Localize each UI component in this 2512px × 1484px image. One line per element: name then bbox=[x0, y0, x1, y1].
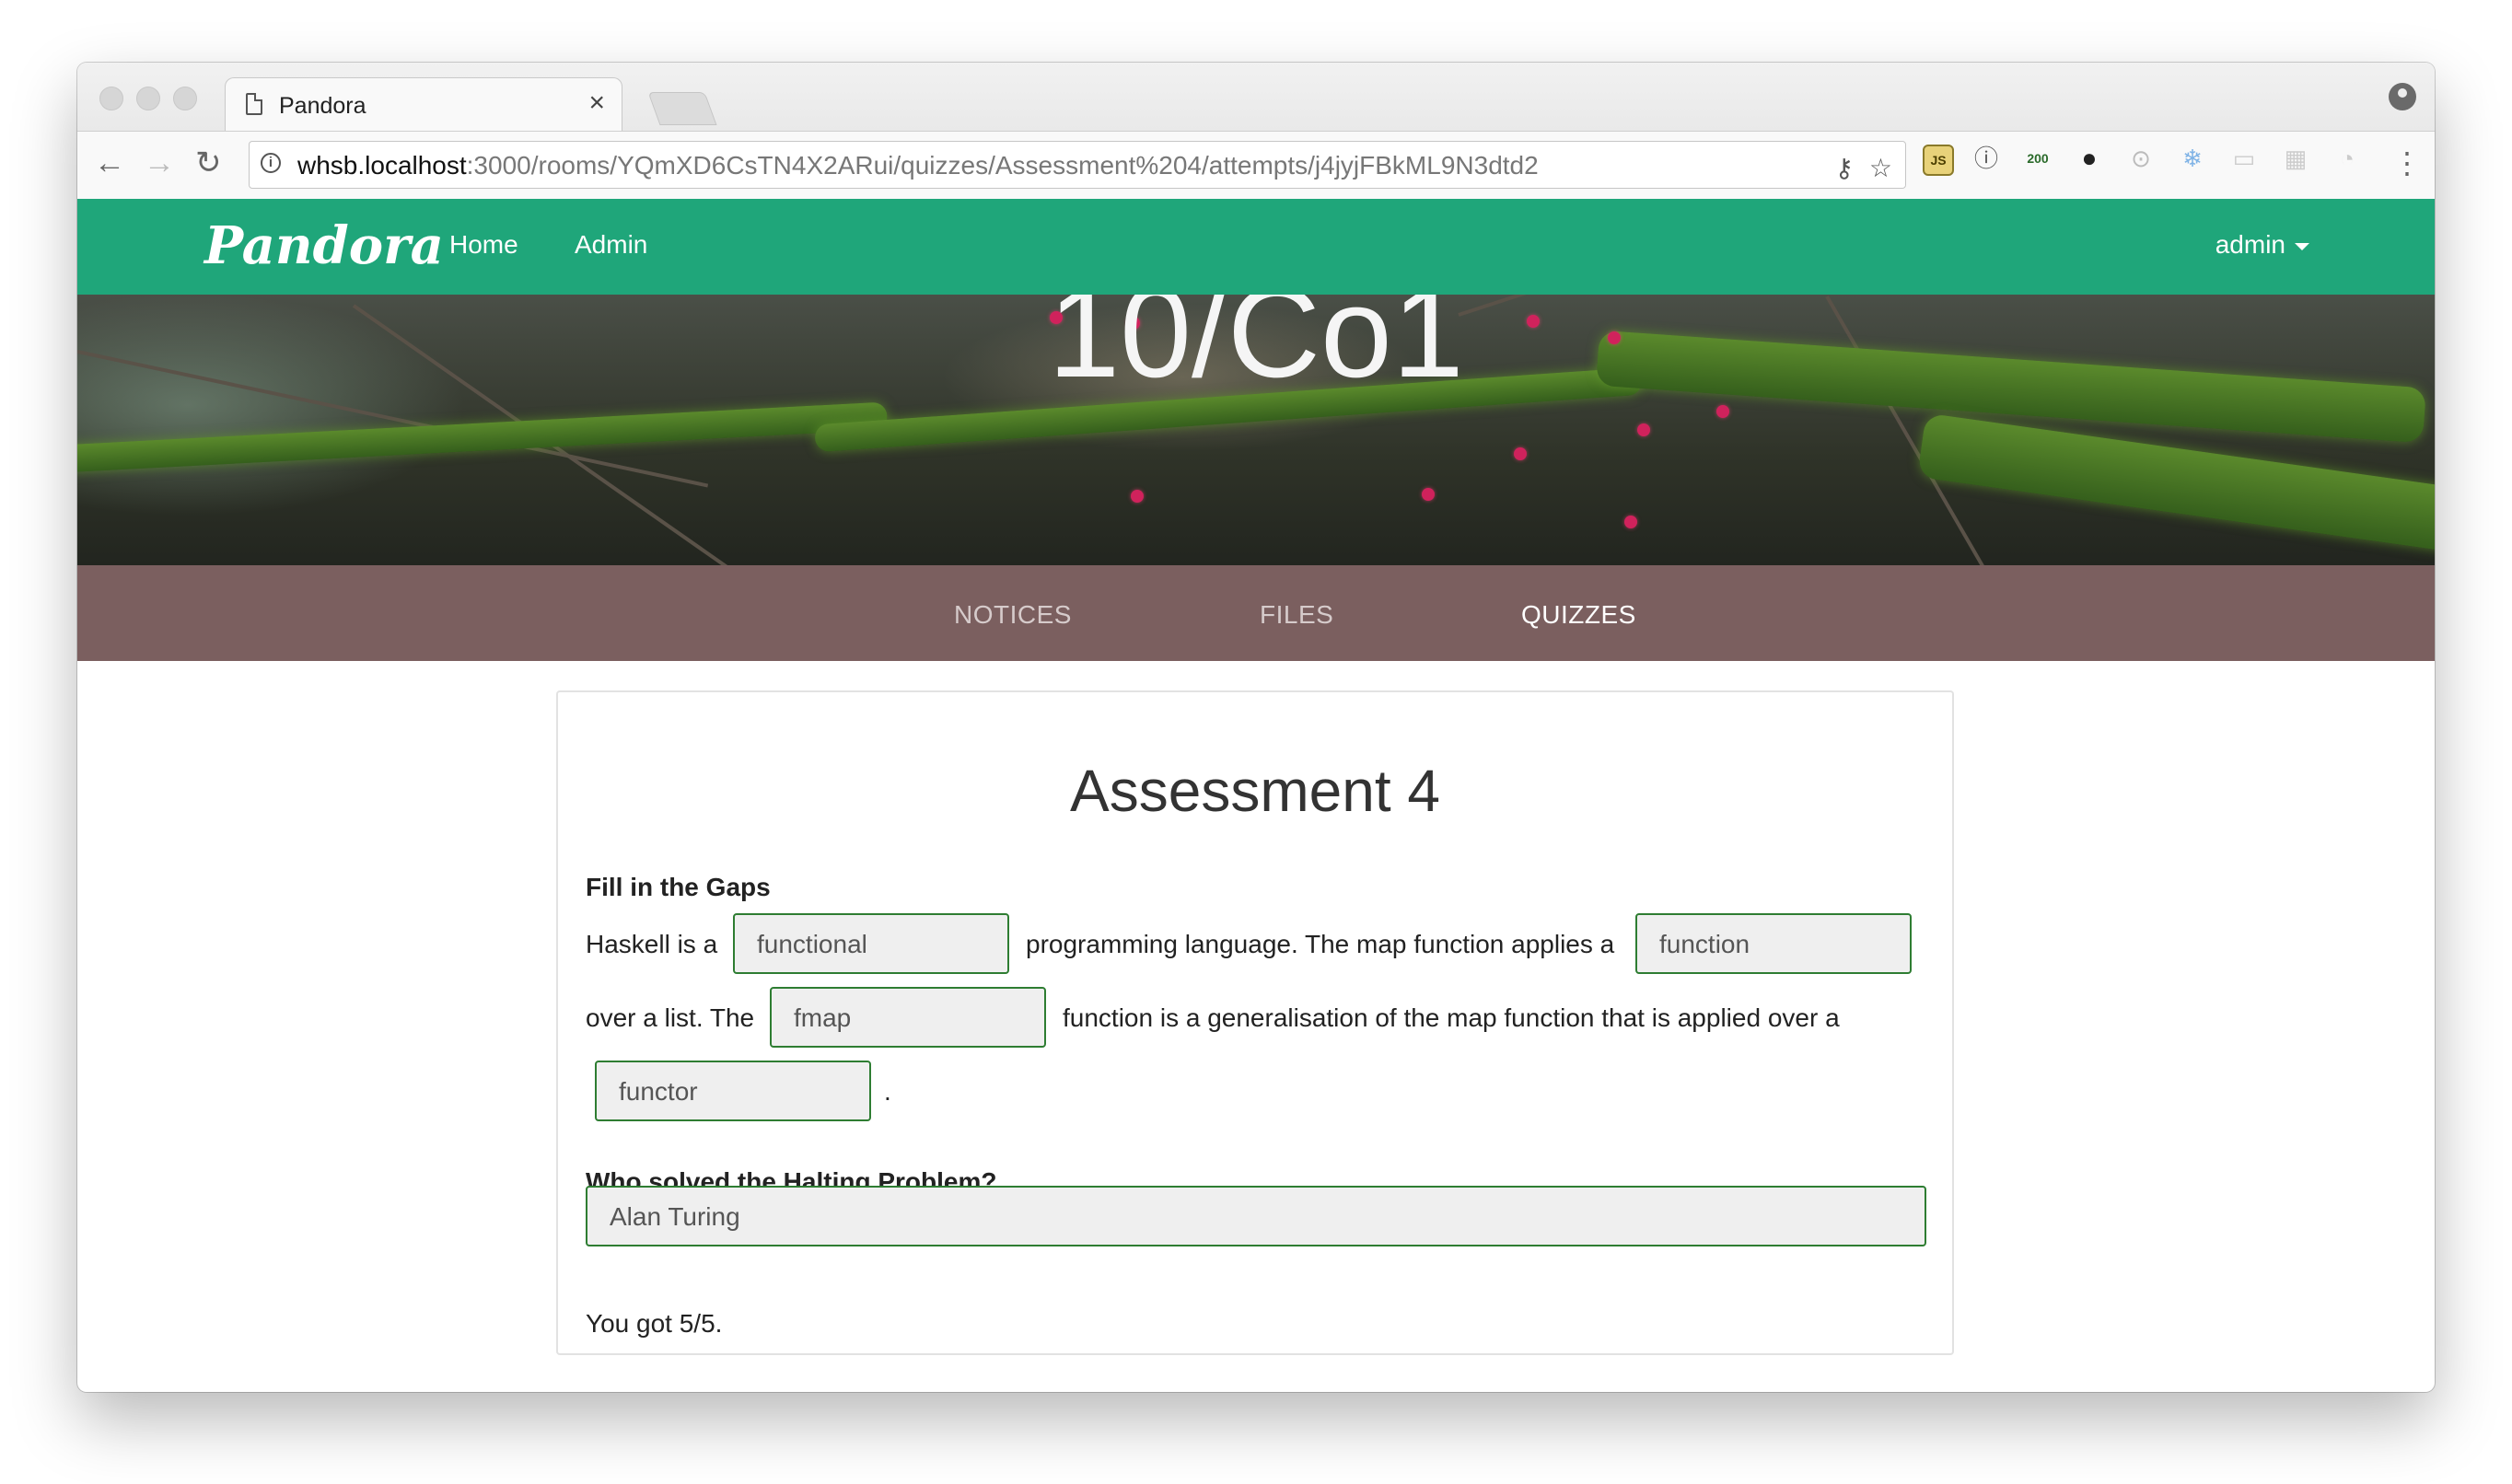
question-text: programming language. The map function a… bbox=[1026, 930, 1615, 958]
minimize-window-button[interactable] bbox=[136, 87, 160, 110]
site-info-icon[interactable]: i bbox=[261, 153, 281, 173]
tab-quizzes[interactable]: QUIZZES bbox=[1521, 600, 1636, 630]
gap-answer-field[interactable]: functional bbox=[733, 913, 1009, 974]
reload-icon[interactable]: ↻ bbox=[195, 145, 222, 181]
tab-notices[interactable]: NOTICES bbox=[954, 600, 1072, 630]
forward-icon[interactable]: → bbox=[144, 145, 175, 181]
quiz-title: Assessment 4 bbox=[1070, 758, 1440, 824]
gap-answer-field[interactable]: function bbox=[1635, 913, 1912, 974]
browser-toolbar: ← → ↻ i whsb.localhost:3000/rooms/YQmXD6… bbox=[77, 131, 2435, 201]
tab-files[interactable]: FILES bbox=[1260, 600, 1333, 630]
berry-decor bbox=[1131, 490, 1144, 503]
dial-extension-icon[interactable]: ◔ bbox=[2333, 145, 2361, 172]
profile-icon[interactable] bbox=[2389, 83, 2416, 110]
tab-close-icon[interactable]: × bbox=[588, 87, 605, 119]
address-bar[interactable]: i whsb.localhost:3000/rooms/YQmXD6CsTN4X… bbox=[249, 141, 1906, 189]
question-text: function is a generalisation of the map … bbox=[1063, 1003, 1840, 1032]
moss-branch bbox=[77, 401, 889, 473]
nav-home-link[interactable]: Home bbox=[449, 230, 518, 260]
berry-decor bbox=[1624, 516, 1637, 528]
new-tab-button[interactable] bbox=[647, 92, 717, 125]
berry-decor bbox=[1716, 405, 1729, 418]
browser-menu-icon[interactable]: ⋮ bbox=[2392, 145, 2422, 181]
user-menu-dropdown[interactable]: admin bbox=[2215, 230, 2309, 260]
tab-title: Pandora bbox=[279, 93, 366, 119]
close-window-button[interactable] bbox=[99, 87, 123, 110]
question-text: Haskell is a bbox=[586, 930, 718, 958]
user-name: admin bbox=[2215, 230, 2285, 259]
url-text: whsb.localhost:3000/rooms/YQmXD6CsTN4X2A… bbox=[297, 151, 1539, 180]
halting-answer-field[interactable]: Alan Turing bbox=[586, 1186, 1926, 1246]
room-subnav: NOTICES FILES QUIZZES bbox=[77, 565, 2435, 661]
key-icon[interactable]: ⚷ bbox=[1834, 153, 1854, 183]
document-icon bbox=[246, 93, 262, 115]
browser-tab[interactable]: Pandora × bbox=[225, 77, 622, 133]
nav-admin-link[interactable]: Admin bbox=[575, 230, 647, 260]
gap-answer-field[interactable]: functor bbox=[595, 1061, 871, 1121]
question-fill-gaps-label: Fill in the Gaps bbox=[586, 873, 771, 901]
browser-window: Pandora × ← → ↻ i whsb.localhost:3000/ro… bbox=[77, 63, 2435, 1392]
browser-titlebar: Pandora × bbox=[77, 63, 2435, 133]
grid-extension-icon[interactable]: ▦ bbox=[2282, 145, 2309, 172]
berry-decor bbox=[1637, 423, 1650, 436]
question-text: . bbox=[884, 1077, 891, 1106]
room-hero-banner: 10/Co1 bbox=[77, 295, 2435, 565]
snowflake-extension-icon[interactable]: ❄ bbox=[2179, 145, 2206, 172]
back-icon[interactable]: ← bbox=[94, 145, 125, 181]
maximize-window-button[interactable] bbox=[173, 87, 197, 110]
status-200-extension-icon[interactable]: 200 bbox=[2024, 145, 2052, 172]
quiz-result: You got 5/5. bbox=[586, 1309, 723, 1338]
caret-down-icon bbox=[2295, 242, 2309, 250]
quiz-card: Assessment 4 Fill in the Gaps Haskell is… bbox=[556, 690, 1954, 1355]
question-text: over a list. The bbox=[586, 1003, 755, 1032]
js-extension-icon[interactable]: JS bbox=[1923, 145, 1954, 176]
room-title: 10/Co1 bbox=[1048, 295, 1464, 404]
bookmark-star-icon[interactable]: ☆ bbox=[1869, 153, 1892, 183]
berry-decor bbox=[1422, 488, 1435, 501]
berry-decor bbox=[1514, 447, 1527, 460]
info-extension-icon[interactable]: ⓘ bbox=[1972, 145, 2000, 172]
code-extension-icon[interactable]: ⊙ bbox=[2127, 145, 2155, 172]
gap-answer-field[interactable]: fmap bbox=[770, 987, 1046, 1048]
url-path: :3000/rooms/YQmXD6CsTN4X2ARui/quizzes/As… bbox=[466, 151, 1539, 180]
brand-logo[interactable]: Pandora bbox=[204, 215, 444, 276]
screen-extension-icon[interactable]: ▭ bbox=[2230, 145, 2258, 172]
app-navbar: Pandora Home Admin admin bbox=[77, 199, 2435, 295]
circle-extension-icon[interactable]: ● bbox=[2076, 145, 2103, 172]
url-host: whsb.localhost bbox=[297, 151, 467, 180]
